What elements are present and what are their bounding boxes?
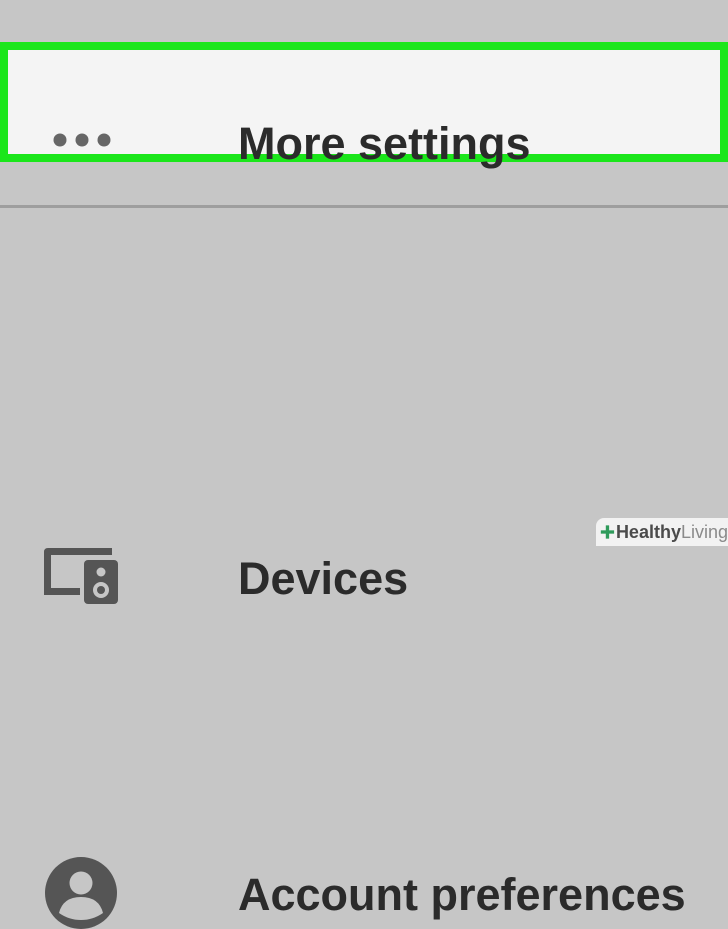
more-horizontal-icon xyxy=(53,133,111,147)
menu-item-label: More settings xyxy=(238,118,531,169)
menu-item-devices[interactable]: Devices xyxy=(0,260,728,604)
healthy-living-watermark: Healthy Living xyxy=(596,518,728,546)
menu-item-label: Devices xyxy=(238,553,409,604)
healthy-living-logo-icon xyxy=(600,525,615,539)
menu-item-more-settings[interactable]: More settings xyxy=(0,42,728,166)
watermark-brand-light: Living xyxy=(680,521,728,542)
watermark-brand-bold: Healthy xyxy=(615,521,681,542)
divider xyxy=(0,205,728,208)
menu-item-label: Account preferences xyxy=(238,869,686,920)
menu-item-account-preferences[interactable]: Account preferences xyxy=(0,420,728,929)
devices-speaker-icon xyxy=(44,548,118,604)
account-circle-icon xyxy=(45,857,117,929)
